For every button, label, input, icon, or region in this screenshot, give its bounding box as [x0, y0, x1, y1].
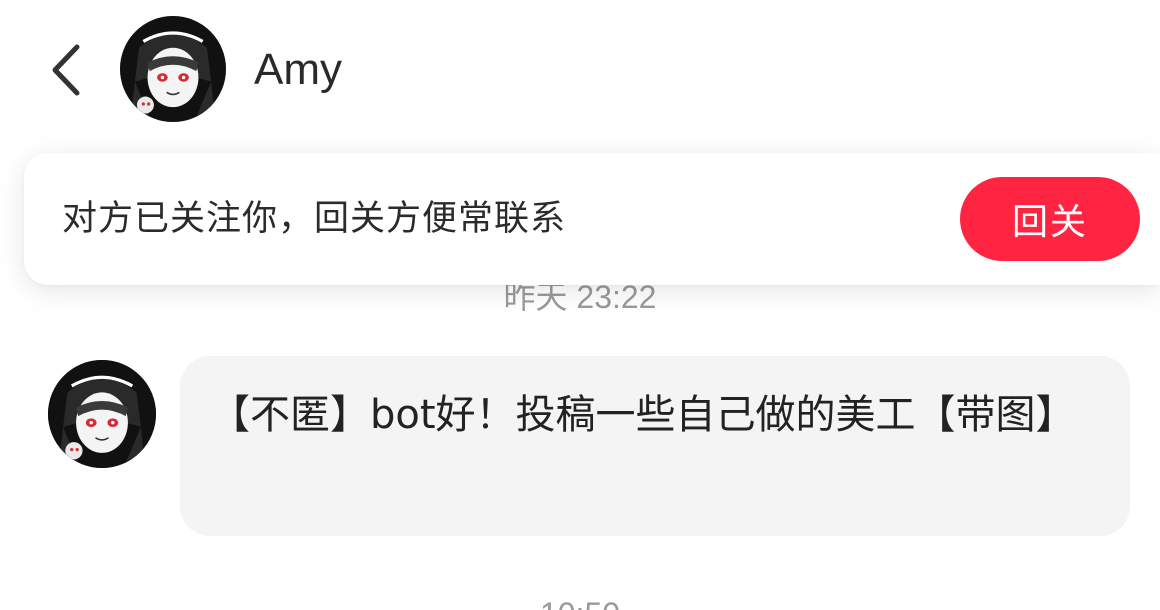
contact-avatar[interactable] — [120, 16, 226, 122]
avatar-image — [120, 16, 226, 122]
follow-back-button[interactable]: 回关 — [960, 177, 1140, 261]
contact-name[interactable]: Amy — [254, 40, 342, 100]
chat-screen: Amy 昨天 23:22 对方已关注你，回关方便常联系 回关 【不匿】bot好！… — [0, 0, 1160, 610]
message-text: 【不匿】bot好！投稿一些自己做的美工【带图】 — [210, 392, 1076, 438]
message-timestamp-next: 10:50 — [0, 596, 1160, 610]
chevron-left-icon — [52, 44, 80, 96]
avatar-image — [48, 360, 156, 468]
chat-header: Amy — [0, 0, 1160, 140]
follow-back-banner: 对方已关注你，回关方便常联系 回关 — [24, 153, 1160, 285]
back-button[interactable] — [40, 38, 94, 102]
follow-back-text: 对方已关注你，回关方便常联系 — [62, 199, 567, 239]
sender-avatar[interactable] — [48, 360, 156, 468]
message-bubble[interactable]: 【不匿】bot好！投稿一些自己做的美工【带图】 — [180, 356, 1130, 536]
